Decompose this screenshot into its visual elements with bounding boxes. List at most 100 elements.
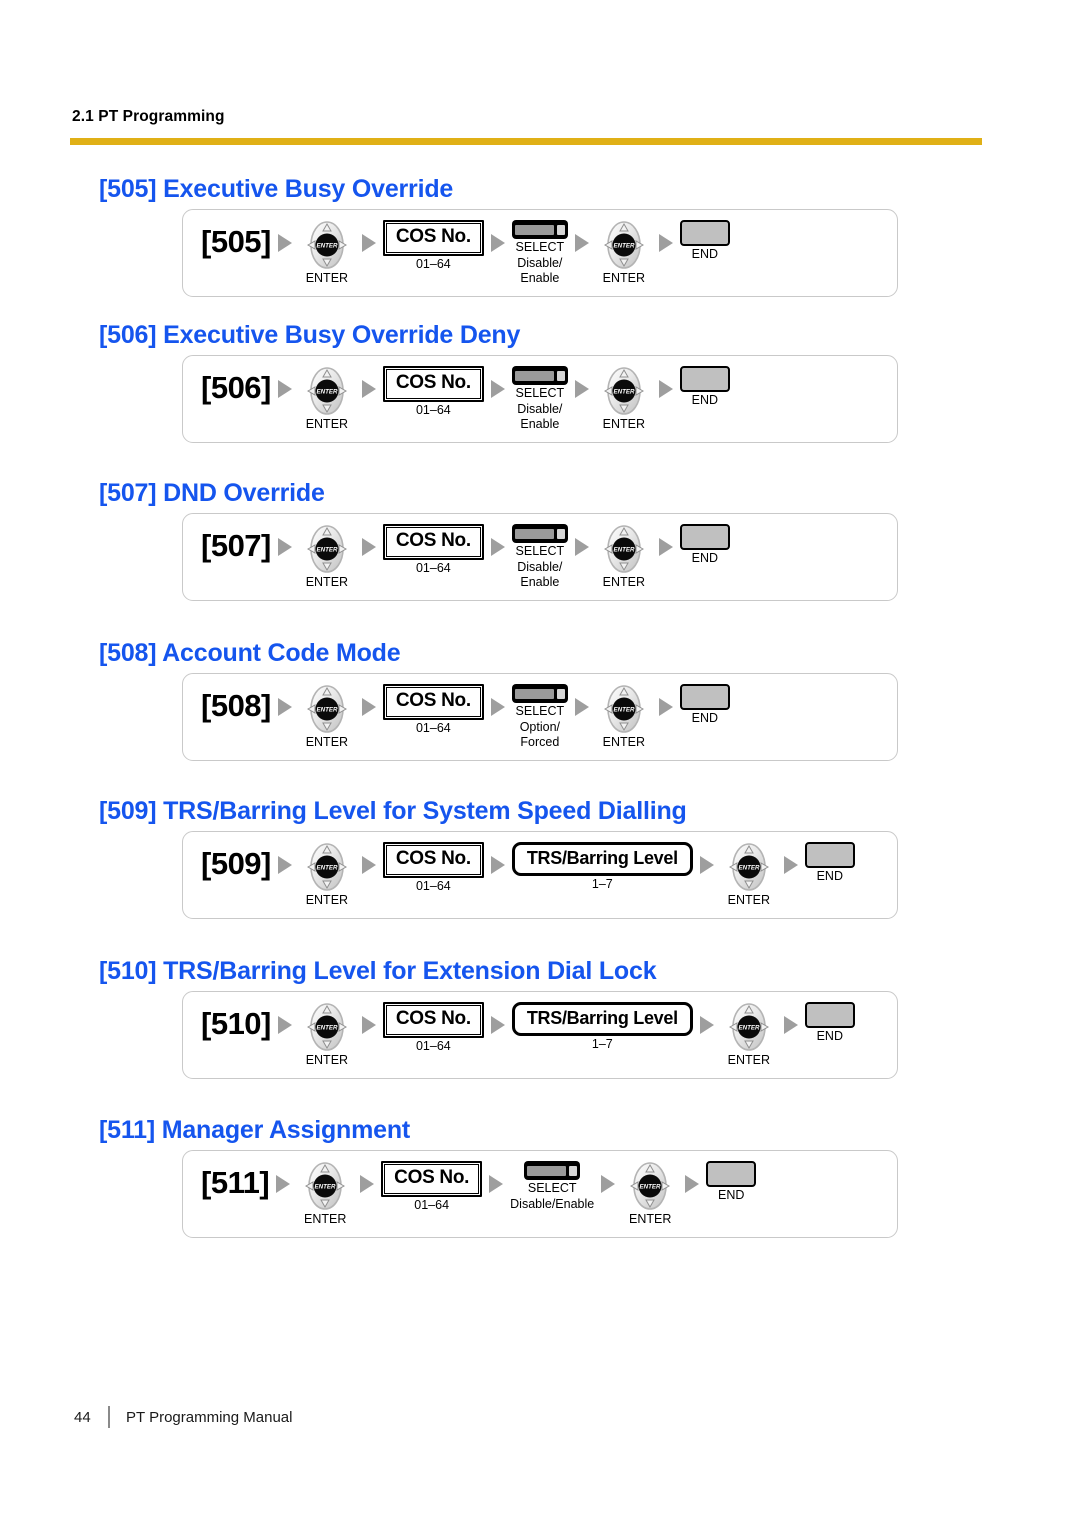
step-enter-key-1: ENTER ENTER (299, 1002, 355, 1067)
step-enter-key-1: ENTER ENTER (299, 842, 355, 907)
navigator-key-icon[interactable]: ENTER (299, 220, 355, 270)
step-select-key: SELECT Disable/Enable (511, 366, 568, 431)
section-507: [507] DND Override [507] ENTER ENTER COS No.… (0, 478, 1080, 601)
navigator-key-icon[interactable]: ENTER (299, 524, 355, 574)
cos-number-range: 01–64 (415, 721, 451, 736)
section-511: [511] Manager Assignment [511] ENTER ENTER C… (0, 1115, 1080, 1238)
footer-page-number: 44 (74, 1408, 91, 1426)
svg-text:ENTER: ENTER (738, 865, 760, 872)
step-select-key: SELECT Disable/Enable (511, 524, 568, 589)
select-key-icon[interactable] (511, 366, 568, 386)
navigator-key-icon[interactable]: ENTER (596, 366, 652, 416)
select-key-label: SELECT (515, 240, 565, 255)
navigator-key-icon[interactable]: ENTER (596, 524, 652, 574)
navigator-key-icon[interactable]: ENTER (721, 842, 777, 892)
step-program-number: [509] (201, 842, 271, 879)
step-enter-key-2: ENTER ENTER (721, 842, 777, 907)
step-enter-key-1: ENTER ENTER (299, 220, 355, 285)
step-end-key: END (706, 1161, 757, 1202)
select-key-icon[interactable] (524, 1161, 581, 1181)
navigator-key-icon[interactable]: ENTER (299, 684, 355, 734)
trs-barring-level-box[interactable]: TRS/Barring Level (511, 1002, 693, 1036)
cos-number-box[interactable]: COS No. (382, 684, 484, 721)
enter-caption-1: ENTER (303, 1212, 347, 1227)
step-cos-number: COS No. 01–64 (381, 1161, 483, 1213)
cos-number-box[interactable]: COS No. (382, 1002, 484, 1039)
end-key-icon[interactable] (679, 220, 730, 247)
flow-arrow-4 (699, 856, 714, 875)
navigator-key-icon[interactable]: ENTER (299, 366, 355, 416)
navigator-key-icon[interactable]: ENTER (596, 220, 652, 270)
step-end-key: END (804, 842, 855, 884)
step-trs-barring-level: TRS/Barring Level 1–7 (511, 842, 693, 891)
cos-number-box[interactable]: COS No. (382, 220, 484, 257)
section-510: [510] TRS/Barring Level for Extension Di… (0, 956, 1080, 1079)
cos-number-box[interactable]: COS No. (382, 366, 484, 403)
step-end-key: END (679, 366, 730, 408)
section-title: [508] Account Code Mode (99, 639, 401, 667)
enter-caption-1: ENTER (305, 893, 349, 908)
step-select-key: SELECT Option/Forced (511, 684, 568, 749)
navigator-key-icon[interactable]: ENTER (596, 684, 652, 734)
navigator-key-icon[interactable]: ENTER (297, 1161, 353, 1211)
navigator-key-icon[interactable]: ENTER (299, 1002, 355, 1052)
end-key-label: END (691, 551, 719, 566)
cos-number-range: 01–64 (414, 1198, 450, 1213)
svg-text:ENTER: ENTER (316, 1025, 338, 1032)
svg-text:ENTER: ENTER (316, 547, 338, 554)
flow-arrow-2 (361, 234, 376, 253)
cos-number-box[interactable]: COS No. (382, 842, 484, 879)
enter-caption-1: ENTER (305, 271, 349, 286)
select-key-icon[interactable] (511, 684, 568, 704)
end-key-icon[interactable] (679, 684, 730, 711)
svg-text:ENTER: ENTER (316, 865, 338, 872)
section-509: [509] TRS/Barring Level for System Speed… (0, 796, 1080, 919)
flow-arrow-3 (490, 538, 505, 557)
end-key-label: END (816, 869, 843, 884)
flow-row: [510] ENTER ENTER COS No. 01–64 TRS/Barring L… (201, 1002, 883, 1067)
enter-caption-2: ENTER (629, 1212, 672, 1227)
select-key-icon[interactable] (511, 220, 568, 240)
end-key-icon[interactable] (679, 524, 730, 551)
select-key-icon[interactable] (511, 524, 568, 544)
flow-arrow-4 (574, 698, 589, 717)
end-key-label: END (691, 247, 719, 262)
flow-arrow-3 (490, 698, 505, 717)
section-title: [511] Manager Assignment (99, 1116, 411, 1144)
navigator-key-icon[interactable]: ENTER (721, 1002, 777, 1052)
flow-arrow-5 (783, 856, 798, 875)
end-key-icon[interactable] (679, 366, 730, 393)
trs-barring-level-box[interactable]: TRS/Barring Level (511, 842, 693, 876)
step-enter-key-2: ENTER ENTER (622, 1161, 678, 1226)
select-option-line-1: Disable/ (517, 401, 563, 416)
flow-row: [505] ENTER ENTER COS No. 01–64 SELECT Disable… (201, 220, 883, 285)
navigator-key-icon[interactable]: ENTER (299, 842, 355, 892)
end-key-label: END (691, 393, 719, 408)
enter-caption-1: ENTER (305, 575, 349, 590)
flow-arrow-3 (490, 1016, 505, 1035)
flow-row: [511] ENTER ENTER COS No. 01–64 SELECT Disable… (201, 1161, 883, 1226)
enter-caption-2: ENTER (602, 575, 646, 590)
cos-number-box[interactable]: COS No. (381, 1161, 483, 1198)
select-key-label: SELECT (515, 386, 565, 401)
flow-diagram: [510] ENTER ENTER COS No. 01–64 TRS/Barring L… (182, 991, 898, 1079)
navigator-key-icon[interactable]: ENTER (622, 1161, 678, 1211)
flow-arrow-5 (685, 1175, 700, 1194)
select-key-bar (514, 224, 554, 235)
step-enter-key-2: ENTER ENTER (596, 220, 652, 285)
trs-barring-level-range: 1–7 (591, 1036, 613, 1051)
flow-arrow-1 (277, 380, 292, 399)
flow-diagram: [511] ENTER ENTER COS No. 01–64 SELECT Disable… (182, 1150, 898, 1238)
cos-number-label: COS No. (385, 223, 481, 254)
end-key-icon[interactable] (706, 1161, 757, 1188)
end-key-icon[interactable] (804, 1002, 855, 1029)
cos-number-box[interactable]: COS No. (382, 524, 484, 561)
cos-number-label: COS No. (384, 1164, 480, 1195)
section-title: [506] Executive Busy Override Deny (99, 321, 521, 349)
page-footer: 44 PT Programming Manual (74, 1406, 292, 1428)
flow-row: [509] ENTER ENTER COS No. 01–64 TRS/Barring L… (201, 842, 883, 907)
select-option-line-1: Disable/Enable (510, 1196, 595, 1211)
end-key-icon[interactable] (804, 842, 855, 869)
flow-row: [507] ENTER ENTER COS No. 01–64 SELECT Disable… (201, 524, 883, 589)
select-key-nub (556, 528, 565, 539)
